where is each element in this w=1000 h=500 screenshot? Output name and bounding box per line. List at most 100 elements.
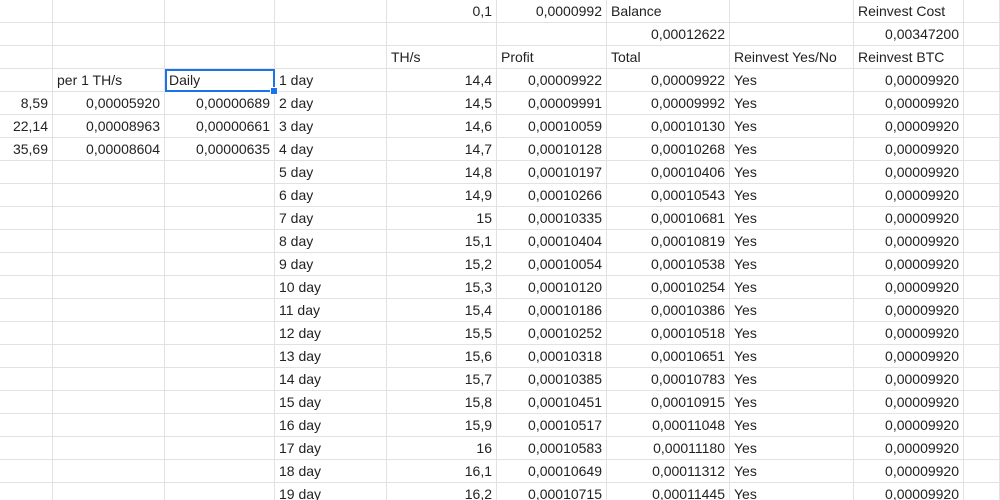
- cell-i19[interactable]: 0,00009920: [854, 414, 964, 437]
- cell-f4[interactable]: 0,00009922: [497, 69, 607, 92]
- cell-j6[interactable]: [964, 115, 1000, 138]
- cell-g15[interactable]: 0,00010518: [607, 322, 730, 345]
- cell-d12[interactable]: 9 day: [275, 253, 387, 276]
- cell-c18[interactable]: [165, 391, 275, 414]
- cell-a10[interactable]: [0, 207, 53, 230]
- cell-d22[interactable]: 19 day: [275, 483, 387, 500]
- cell-e16[interactable]: 15,6: [387, 345, 497, 368]
- cell-c1[interactable]: [165, 0, 275, 23]
- cell-i9[interactable]: 0,00009920: [854, 184, 964, 207]
- cell-e1[interactable]: 0,1: [387, 0, 497, 23]
- cell-b8[interactable]: [53, 161, 165, 184]
- cell-g11[interactable]: 0,00010819: [607, 230, 730, 253]
- cell-f1[interactable]: 0,0000992: [497, 0, 607, 23]
- cell-h9[interactable]: Yes: [730, 184, 854, 207]
- cell-c16[interactable]: [165, 345, 275, 368]
- cell-j4[interactable]: [964, 69, 1000, 92]
- cell-c6[interactable]: 0,00000661: [165, 115, 275, 138]
- cell-b14[interactable]: [53, 299, 165, 322]
- cell-d10[interactable]: 7 day: [275, 207, 387, 230]
- cell-h11[interactable]: Yes: [730, 230, 854, 253]
- cell-d21[interactable]: 18 day: [275, 460, 387, 483]
- cell-g8[interactable]: 0,00010406: [607, 161, 730, 184]
- cell-b20[interactable]: [53, 437, 165, 460]
- cell-f11[interactable]: 0,00010404: [497, 230, 607, 253]
- cell-c5[interactable]: 0,00000689: [165, 92, 275, 115]
- cell-g10[interactable]: 0,00010681: [607, 207, 730, 230]
- cell-g3[interactable]: Total: [607, 46, 730, 69]
- spreadsheet-grid[interactable]: 0,1 0,0000992 Balance Reinvest Cost 0,000126…: [0, 0, 1000, 500]
- cell-f19[interactable]: 0,00010517: [497, 414, 607, 437]
- cell-h12[interactable]: Yes: [730, 253, 854, 276]
- cell-b2[interactable]: [53, 23, 165, 46]
- cell-c10[interactable]: [165, 207, 275, 230]
- cell-a19[interactable]: [0, 414, 53, 437]
- cell-h14[interactable]: Yes: [730, 299, 854, 322]
- cell-c20[interactable]: [165, 437, 275, 460]
- cell-f7[interactable]: 0,00010128: [497, 138, 607, 161]
- cell-f2[interactable]: [497, 23, 607, 46]
- cell-j21[interactable]: [964, 460, 1000, 483]
- cell-f6[interactable]: 0,00010059: [497, 115, 607, 138]
- cell-e3[interactable]: TH/s: [387, 46, 497, 69]
- cell-d6[interactable]: 3 day: [275, 115, 387, 138]
- cell-d15[interactable]: 12 day: [275, 322, 387, 345]
- cell-h4[interactable]: Yes: [730, 69, 854, 92]
- cell-d3[interactable]: [275, 46, 387, 69]
- cell-a6[interactable]: 22,14: [0, 115, 53, 138]
- cell-g4[interactable]: 0,00009922: [607, 69, 730, 92]
- cell-i13[interactable]: 0,00009920: [854, 276, 964, 299]
- cell-f12[interactable]: 0,00010054: [497, 253, 607, 276]
- cell-f20[interactable]: 0,00010583: [497, 437, 607, 460]
- cell-c17[interactable]: [165, 368, 275, 391]
- cell-i15[interactable]: 0,00009920: [854, 322, 964, 345]
- cell-a9[interactable]: [0, 184, 53, 207]
- cell-a21[interactable]: [0, 460, 53, 483]
- cell-g13[interactable]: 0,00010254: [607, 276, 730, 299]
- cell-f3[interactable]: Profit: [497, 46, 607, 69]
- cell-h21[interactable]: Yes: [730, 460, 854, 483]
- cell-b13[interactable]: [53, 276, 165, 299]
- cell-g1[interactable]: Balance: [607, 0, 730, 23]
- cell-a13[interactable]: [0, 276, 53, 299]
- cell-e14[interactable]: 15,4: [387, 299, 497, 322]
- cell-c19[interactable]: [165, 414, 275, 437]
- cell-b3[interactable]: [53, 46, 165, 69]
- cell-a20[interactable]: [0, 437, 53, 460]
- cell-j14[interactable]: [964, 299, 1000, 322]
- cell-j12[interactable]: [964, 253, 1000, 276]
- cell-b5[interactable]: 0,00005920: [53, 92, 165, 115]
- cell-i14[interactable]: 0,00009920: [854, 299, 964, 322]
- cell-g7[interactable]: 0,00010268: [607, 138, 730, 161]
- cell-g19[interactable]: 0,00011048: [607, 414, 730, 437]
- cell-g17[interactable]: 0,00010783: [607, 368, 730, 391]
- cell-e2[interactable]: [387, 23, 497, 46]
- cell-h13[interactable]: Yes: [730, 276, 854, 299]
- cell-i5[interactable]: 0,00009920: [854, 92, 964, 115]
- cell-i4[interactable]: 0,00009920: [854, 69, 964, 92]
- cell-c21[interactable]: [165, 460, 275, 483]
- cell-b15[interactable]: [53, 322, 165, 345]
- cell-h1[interactable]: [730, 0, 854, 23]
- cell-i6[interactable]: 0,00009920: [854, 115, 964, 138]
- cell-j19[interactable]: [964, 414, 1000, 437]
- cell-a12[interactable]: [0, 253, 53, 276]
- cell-c15[interactable]: [165, 322, 275, 345]
- cell-a5[interactable]: 8,59: [0, 92, 53, 115]
- cell-c2[interactable]: [165, 23, 275, 46]
- cell-c8[interactable]: [165, 161, 275, 184]
- cell-e11[interactable]: 15,1: [387, 230, 497, 253]
- cell-j2[interactable]: [964, 23, 1000, 46]
- cell-i17[interactable]: 0,00009920: [854, 368, 964, 391]
- cell-a16[interactable]: [0, 345, 53, 368]
- cell-g14[interactable]: 0,00010386: [607, 299, 730, 322]
- cell-h8[interactable]: Yes: [730, 161, 854, 184]
- cell-e4[interactable]: 14,4: [387, 69, 497, 92]
- cell-e8[interactable]: 14,8: [387, 161, 497, 184]
- cell-j11[interactable]: [964, 230, 1000, 253]
- cell-d5[interactable]: 2 day: [275, 92, 387, 115]
- cell-d17[interactable]: 14 day: [275, 368, 387, 391]
- cell-i3[interactable]: Reinvest BTC: [854, 46, 964, 69]
- cell-h17[interactable]: Yes: [730, 368, 854, 391]
- cell-a1[interactable]: [0, 0, 53, 23]
